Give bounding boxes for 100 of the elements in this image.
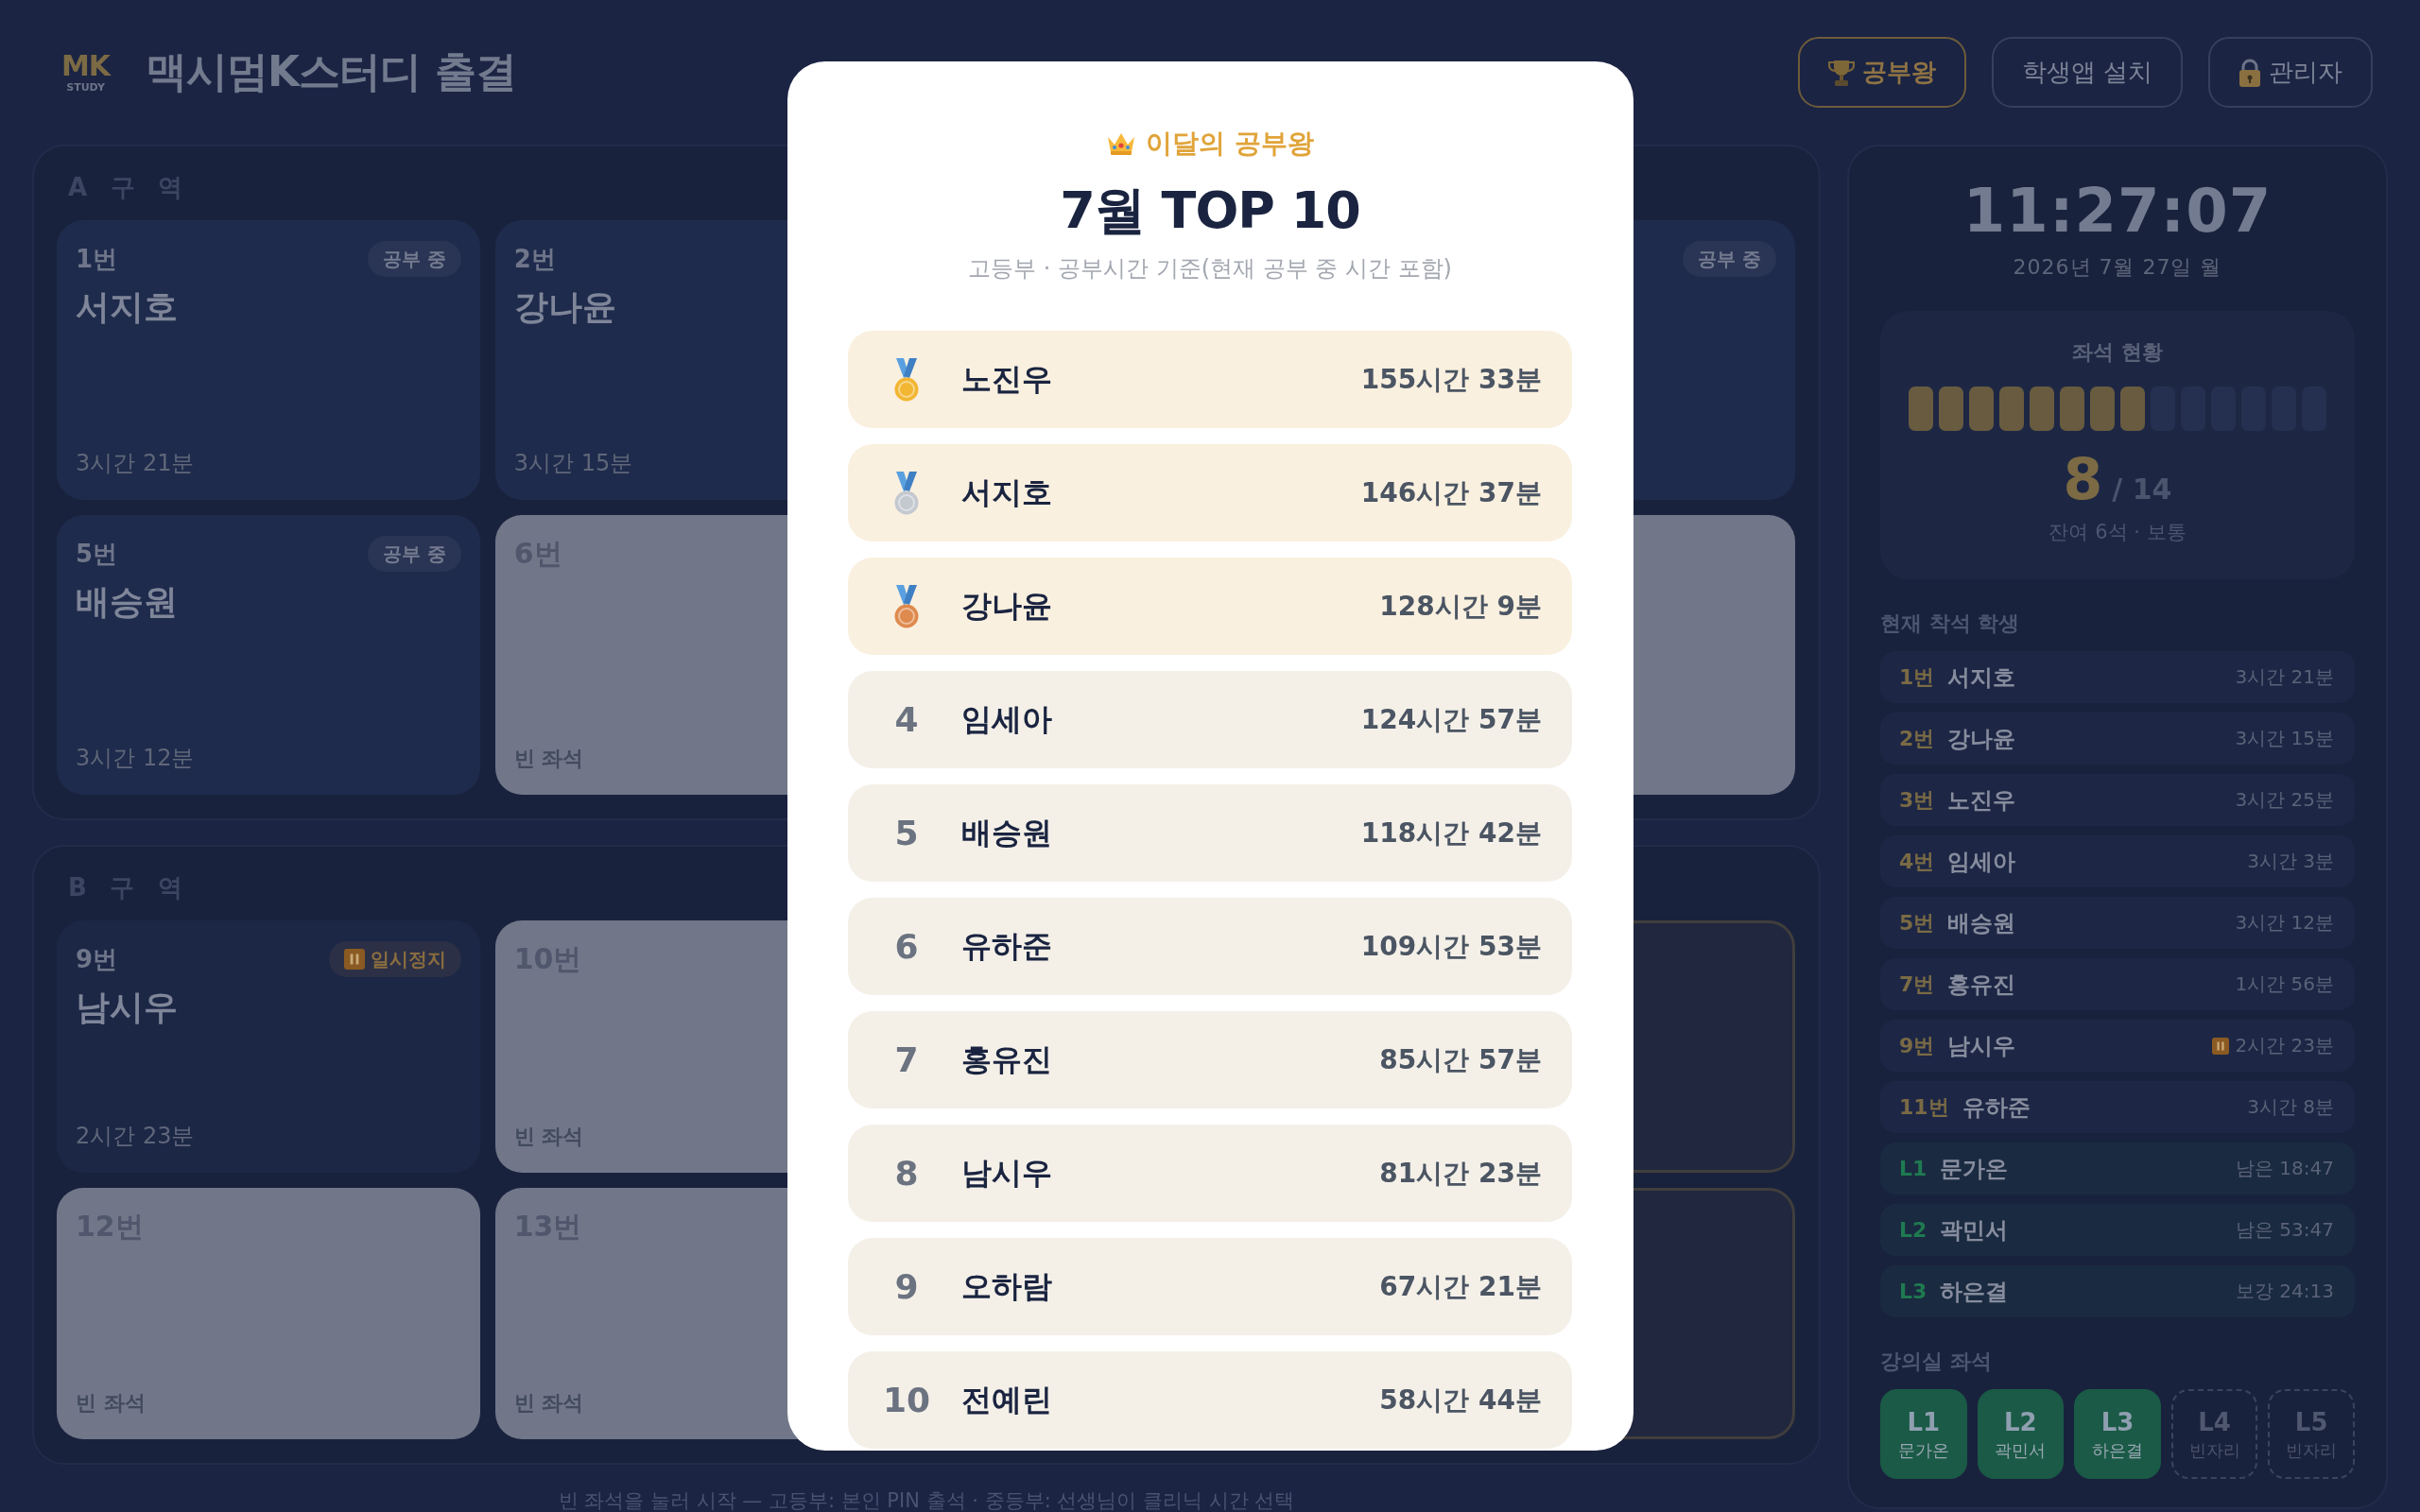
student-name: 하은결 bbox=[1940, 1277, 2009, 1307]
student-name: 유하준 bbox=[1962, 1092, 2031, 1123]
pause-icon bbox=[2212, 1037, 2230, 1055]
seat-number: 9번 bbox=[1899, 1032, 1935, 1059]
student-name: 배승원 bbox=[76, 581, 178, 623]
crown-icon bbox=[1106, 131, 1137, 156]
ranker-name: 임세아 bbox=[961, 699, 1052, 739]
seat-card[interactable]: 1번 공부 중 서지호 3시간 21분 bbox=[57, 220, 480, 500]
seat-number: 1번 bbox=[76, 244, 118, 275]
seat-code: L3 bbox=[2100, 1407, 2135, 1436]
study-time: 3시간 12분 bbox=[76, 744, 195, 772]
lecture-seat[interactable]: L3 하은결 bbox=[2074, 1389, 2161, 1479]
ranker-name: 홍유진 bbox=[961, 1040, 1052, 1079]
modal-subtitle: 고등부 · 공부시간 기준(현재 공부 중 시간 포함) bbox=[968, 254, 1452, 284]
student-row[interactable]: L2 곽민서 남은 53:47 bbox=[1880, 1204, 2355, 1256]
study-time: 3시간 12분 bbox=[2235, 910, 2334, 936]
modal-eyebrow: 이달의 공부왕 bbox=[1146, 128, 1314, 160]
study-total: 81시간 23분 bbox=[1379, 1156, 1542, 1191]
seat-number: 7번 bbox=[1899, 971, 1935, 998]
student-row[interactable]: L3 하은결 보강 24:13 bbox=[1880, 1265, 2355, 1317]
ranker-name: 유하준 bbox=[961, 926, 1052, 966]
seat-number: 5번 bbox=[76, 539, 118, 570]
student-row[interactable]: L1 문가온 남은 18:47 bbox=[1880, 1143, 2355, 1194]
seat-occupant: 문가온 bbox=[1897, 1439, 1949, 1461]
seat-number: 11번 bbox=[1899, 1093, 1949, 1121]
header-button[interactable]: 공부왕 bbox=[1797, 37, 1966, 108]
study-total: 58시간 44분 bbox=[1379, 1383, 1542, 1418]
occupied-count: 8 bbox=[2063, 450, 2103, 508]
status-badge: 공부 중 bbox=[367, 536, 461, 572]
ranker-name: 오하람 bbox=[961, 1266, 1052, 1306]
status-badge: 공부 중 bbox=[1683, 241, 1776, 277]
ranker-name: 전예린 bbox=[961, 1380, 1052, 1419]
lecture-seat[interactable]: L1 문가온 bbox=[1880, 1389, 1967, 1479]
seat-occupant: 곽민서 bbox=[1995, 1439, 2047, 1461]
study-total: 85시간 57분 bbox=[1379, 1042, 1542, 1077]
student-row[interactable]: 1번 서지호 3시간 21분 bbox=[1880, 651, 2355, 703]
study-total: 109시간 53분 bbox=[1360, 929, 1542, 964]
student-row[interactable]: 4번 임세아 3시간 3분 bbox=[1880, 835, 2355, 887]
seat-number: 3번 bbox=[1899, 786, 1935, 814]
study-time: 3시간 8분 bbox=[2247, 1094, 2334, 1120]
seat-occupant: 하은결 bbox=[2092, 1439, 2143, 1461]
student-name: 홍유진 bbox=[1947, 970, 2016, 1000]
ranker-name: 서지호 bbox=[961, 472, 1052, 512]
student-name: 서지호 bbox=[1947, 662, 2016, 693]
lock-icon bbox=[2238, 58, 2261, 87]
seat-code: L1 bbox=[1907, 1407, 1941, 1436]
seat-card[interactable]: 9번 일시정지 남시우 2시간 23분 bbox=[57, 920, 480, 1173]
study-time: 3시간 15분 bbox=[2235, 726, 2334, 751]
student-name: 서지호 bbox=[76, 286, 178, 328]
study-total: 128시간 9분 bbox=[1379, 589, 1542, 624]
study-total: 67시간 21분 bbox=[1379, 1269, 1542, 1304]
rank-number: 6 bbox=[894, 927, 919, 966]
student-row[interactable]: 5번 배승원 3시간 12분 bbox=[1880, 897, 2355, 949]
header-button[interactable]: 학생앱 설치 bbox=[1991, 37, 2183, 108]
study-time: 3시간 3분 bbox=[2247, 849, 2334, 874]
study-total: 155시간 33분 bbox=[1360, 362, 1542, 397]
seat-code: L2 bbox=[2004, 1407, 2037, 1436]
study-time: 3시간 25분 bbox=[2235, 787, 2334, 813]
trophy-icon bbox=[1827, 58, 1855, 87]
study-time: 3시간 15분 bbox=[513, 449, 633, 477]
student-name: 배승원 bbox=[1947, 908, 2016, 938]
student-name: 남시우 bbox=[76, 987, 178, 1028]
rank-number: 9 bbox=[894, 1267, 919, 1306]
study-time: 3시간 21분 bbox=[2235, 664, 2334, 690]
student-row[interactable]: 11번 유하준 3시간 8분 bbox=[1880, 1081, 2355, 1133]
ranker-name: 남시우 bbox=[961, 1153, 1052, 1193]
student-row[interactable]: 9번 남시우 2시간 23분 bbox=[1880, 1020, 2355, 1072]
study-total: 124시간 57분 bbox=[1360, 702, 1542, 737]
student-row[interactable]: 3번 노진우 3시간 25분 bbox=[1880, 774, 2355, 826]
seat-number: 9번 bbox=[76, 944, 118, 975]
seat-number: 2번 bbox=[513, 244, 556, 275]
student-name: 임세아 bbox=[1947, 847, 2016, 877]
modal-title: 7월 TOP 10 bbox=[1060, 180, 1360, 241]
pause-icon bbox=[343, 949, 365, 970]
student-name: 노진우 bbox=[1947, 785, 2016, 816]
study-total: 118시간 42분 bbox=[1360, 816, 1542, 850]
seat-number: L3 bbox=[1899, 1280, 1927, 1303]
seat-number: 1번 bbox=[1899, 663, 1935, 691]
seat-number: 2번 bbox=[1899, 725, 1935, 752]
status-text: 일시정지 bbox=[370, 946, 446, 972]
student-name: 남시우 bbox=[1947, 1031, 2016, 1061]
rank-number: 7 bbox=[894, 1040, 919, 1079]
study-time: 2시간 23분 bbox=[2235, 1033, 2334, 1058]
student-name: 문가온 bbox=[1940, 1154, 2009, 1184]
rank-number: 5 bbox=[894, 814, 919, 852]
study-time: 1시간 56분 bbox=[2235, 971, 2334, 997]
student-name: 곽민서 bbox=[1940, 1215, 2009, 1246]
study-time: 남은 53:47 bbox=[2236, 1217, 2334, 1243]
section-title: 좌석 현황 bbox=[2072, 339, 2163, 366]
ranker-name: 배승원 bbox=[961, 813, 1052, 852]
lecture-seat[interactable]: L2 곽민서 bbox=[1977, 1389, 2065, 1479]
date-text: 2026년 7월 27일 월 bbox=[2013, 254, 2222, 281]
seat-card[interactable]: 5번 공부 중 배승원 3시간 12분 bbox=[57, 515, 480, 795]
student-row[interactable]: 2번 강나윤 3시간 15분 bbox=[1880, 713, 2355, 765]
student-row[interactable]: 7번 홍유진 1시간 56분 bbox=[1880, 958, 2355, 1010]
app-title: 맥시멈K스터디 출결 bbox=[146, 46, 516, 97]
header-button[interactable]: 관리자 bbox=[2208, 37, 2373, 108]
seat-number: 4번 bbox=[1899, 848, 1935, 875]
study-time: 3시간 21분 bbox=[76, 449, 195, 477]
ranker-name: 강나윤 bbox=[961, 586, 1052, 626]
